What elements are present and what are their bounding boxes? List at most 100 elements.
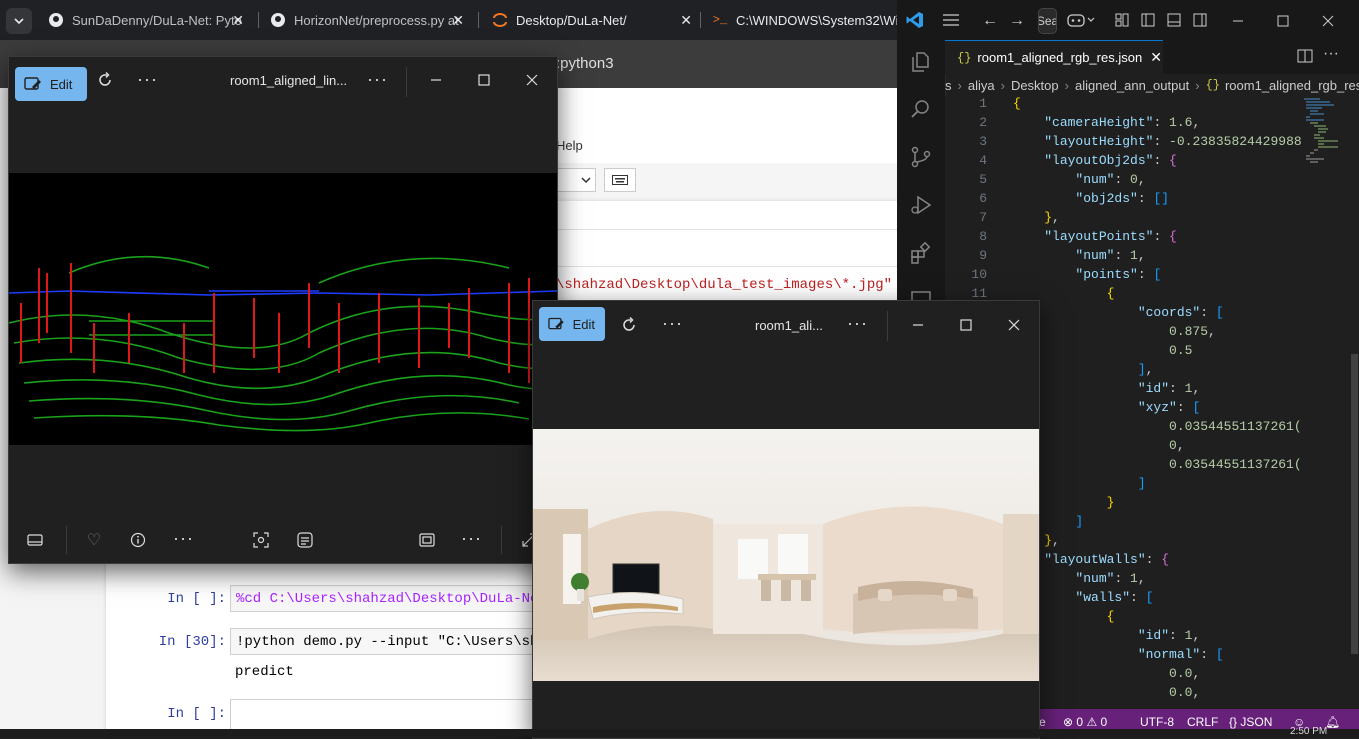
minimize-icon[interactable] (904, 311, 932, 339)
encoding-status[interactable]: UTF-8 (1140, 715, 1174, 729)
text-scan-icon[interactable] (291, 526, 319, 554)
json-file-icon: {} (1205, 78, 1220, 92)
taskbar: 2:50 PM (0, 727, 1359, 737)
edit-button[interactable]: Edit (539, 307, 605, 341)
code-line: 0.0, (1169, 685, 1201, 700)
more-options-icon[interactable]: ··· (367, 69, 388, 90)
cell-type-select[interactable] (556, 168, 596, 192)
kernel-name: :python3 (556, 55, 614, 72)
menu-icon[interactable] (942, 13, 960, 32)
line-number: 5 (979, 172, 987, 187)
explorer-icon[interactable] (909, 50, 933, 79)
close-icon[interactable] (1322, 14, 1334, 32)
info-icon[interactable] (124, 526, 152, 554)
close-tab-icon[interactable]: ✕ (452, 12, 464, 29)
menu-help[interactable]: Help (556, 138, 583, 153)
close-tab-icon[interactable]: ✕ (1150, 49, 1162, 66)
toggle-panel-icon[interactable] (1167, 13, 1181, 32)
close-icon[interactable] (1000, 311, 1028, 339)
browser-tab-2[interactable]: HorizonNet/preprocess.py at ✕ (270, 0, 470, 40)
tab-search-button[interactable] (6, 8, 32, 34)
edit-image-icon (24, 77, 41, 90)
edit-image-icon (548, 317, 564, 330)
browser-tab-4[interactable]: >_ C:\WINDOWS\System32\Win (712, 0, 897, 40)
extensions-icon[interactable] (909, 241, 933, 270)
source-control-icon[interactable] (909, 145, 933, 174)
long-command-fragment: \shahzad\Desktop\dula_test_images\*.jpg"… (556, 277, 926, 293)
rotate-icon[interactable] (615, 311, 643, 339)
code-line: "cameraHeight": 1.6, (1044, 115, 1201, 130)
code-line: "normal": [ (1137, 647, 1224, 662)
code-line: "num": 1, (1075, 248, 1146, 263)
copilot-icon[interactable] (1067, 11, 1097, 34)
more-options-icon[interactable]: ··· (461, 528, 482, 549)
code-line: "num": 0, (1075, 172, 1146, 187)
rotate-icon[interactable] (91, 66, 119, 94)
maximize-icon[interactable] (1277, 14, 1289, 32)
run-debug-icon[interactable] (909, 193, 933, 222)
json-file-icon: {} (957, 50, 972, 65)
json-icon: {} (1229, 715, 1238, 729)
chevron-down-icon (14, 18, 24, 25)
error-icon: ⊗ (1063, 715, 1074, 729)
maximize-icon[interactable] (952, 311, 980, 339)
filmstrip-icon[interactable] (21, 526, 49, 554)
search-icon[interactable] (909, 97, 933, 126)
close-tab-icon[interactable]: ✕ (680, 12, 692, 29)
editor-tab[interactable]: {} room1_aligned_rgb_res.json ✕ (945, 40, 1163, 74)
toggle-secondary-sidebar-icon[interactable] (1193, 13, 1207, 32)
split-editor-icon[interactable] (1297, 49, 1313, 68)
tab-divider (478, 12, 479, 28)
cell-prompt: In [ ]: (167, 591, 226, 607)
visual-search-icon[interactable] (247, 526, 275, 554)
line-number: 11 (971, 286, 987, 301)
toolbar-divider (501, 526, 502, 554)
minimize-icon[interactable] (422, 66, 450, 94)
more-options-icon[interactable]: ··· (662, 313, 683, 334)
toolbar-divider (66, 526, 67, 554)
tab-label: room1_aligned_rgb_res.json (977, 50, 1143, 65)
cell-prompt: In [30]: (158, 634, 226, 650)
keyboard-shortcuts-button[interactable] (604, 168, 636, 192)
breadcrumb: s › aliya › Desktop › aligned_ann_output › {… (945, 77, 1359, 93)
line-number: 7 (979, 210, 987, 225)
code-line: "layoutPoints": { (1044, 229, 1177, 244)
code-line: "id": 1, (1137, 381, 1201, 396)
favorite-icon[interactable]: ♡ (80, 526, 108, 554)
cell-input-area[interactable] (556, 229, 899, 267)
minimize-icon[interactable] (1232, 14, 1244, 32)
more-options-icon[interactable]: ··· (137, 69, 158, 90)
code-line: "xyz": [ (1137, 400, 1201, 415)
command-search-input[interactable]: Sea (1038, 8, 1057, 34)
code-line: 0.03544551137261( (1169, 457, 1302, 472)
close-tab-icon[interactable]: ✕ (232, 12, 244, 29)
fit-screen-icon[interactable] (413, 526, 441, 554)
code-line: "layoutObj2ds": { (1044, 153, 1177, 168)
browser-tab-3[interactable]: Desktop/DuLa-Net/ ✕ (492, 0, 698, 40)
language-status[interactable]: {} JSON (1229, 715, 1272, 729)
minimap[interactable] (1300, 96, 1348, 709)
jupyter-menubar: Help (556, 88, 897, 164)
close-icon[interactable] (518, 66, 546, 94)
code-text: !python demo.py --input "C:\Users\shahz (236, 633, 564, 650)
tab-divider (258, 12, 259, 28)
more-actions-icon[interactable]: ··· (1323, 45, 1339, 63)
more-options-icon[interactable]: ··· (847, 313, 868, 334)
customize-layout-icon[interactable] (1115, 13, 1129, 32)
code-line: }, (1044, 210, 1060, 225)
toggle-sidebar-icon[interactable] (1141, 13, 1155, 32)
browser-tab-1[interactable]: SunDaDenny/DuLa-Net: Pyto ✕ (48, 0, 250, 40)
vscode-logo-icon (906, 11, 924, 34)
notifications-icon[interactable]: 🔔︎ (1325, 715, 1340, 729)
tab-title: HorizonNet/preprocess.py at (294, 12, 459, 28)
back-arrow-icon[interactable]: ← (982, 12, 998, 30)
terminal-icon: >_ (712, 13, 728, 27)
problems-status[interactable]: ⊗ 0 ⚠ 0 (1063, 715, 1107, 729)
editor-scrollbar[interactable] (1350, 96, 1359, 709)
maximize-icon[interactable] (470, 66, 498, 94)
more-options-icon[interactable]: ··· (173, 528, 194, 549)
eol-status[interactable]: CRLF (1187, 715, 1218, 729)
tab-title: SunDaDenny/DuLa-Net: Pyto (72, 12, 242, 28)
forward-arrow-icon[interactable]: → (1009, 12, 1025, 30)
edit-button[interactable]: Edit (15, 67, 87, 101)
